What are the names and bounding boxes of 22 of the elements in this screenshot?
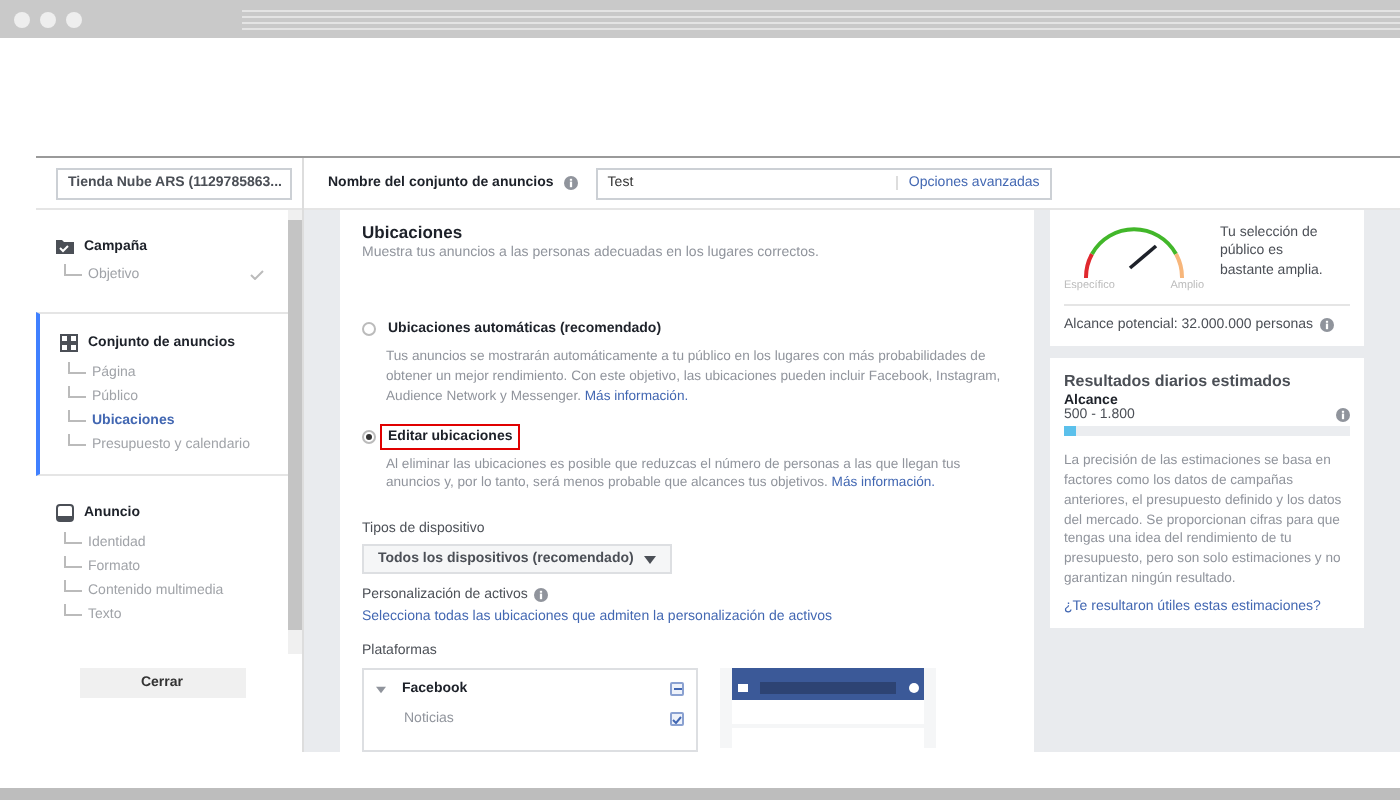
radio-button[interactable] [362, 429, 376, 444]
radio-button[interactable] [362, 322, 376, 336]
scrollbar[interactable] [288, 210, 302, 654]
info-icon [1319, 318, 1334, 332]
info-icon [533, 588, 548, 603]
minus-icon [673, 688, 681, 691]
info-icon [1336, 408, 1350, 422]
gauge-drawing [1080, 224, 1188, 280]
folder-icon [56, 238, 74, 254]
window-dot[interactable] [14, 11, 30, 27]
section-heading: Ubicaciones [362, 222, 465, 242]
window-dot[interactable] [40, 11, 56, 27]
caret-icon[interactable] [376, 685, 386, 694]
square-icon [56, 504, 74, 522]
caret-icon [643, 555, 656, 564]
grid-icon [60, 334, 78, 352]
checkbox[interactable] [670, 682, 684, 697]
card-title: Resultados diarios estimados [1064, 372, 1293, 390]
info-icon [563, 176, 578, 190]
window-dot[interactable] [66, 11, 82, 27]
checkbox[interactable] [670, 712, 684, 727]
check-icon [672, 715, 682, 724]
